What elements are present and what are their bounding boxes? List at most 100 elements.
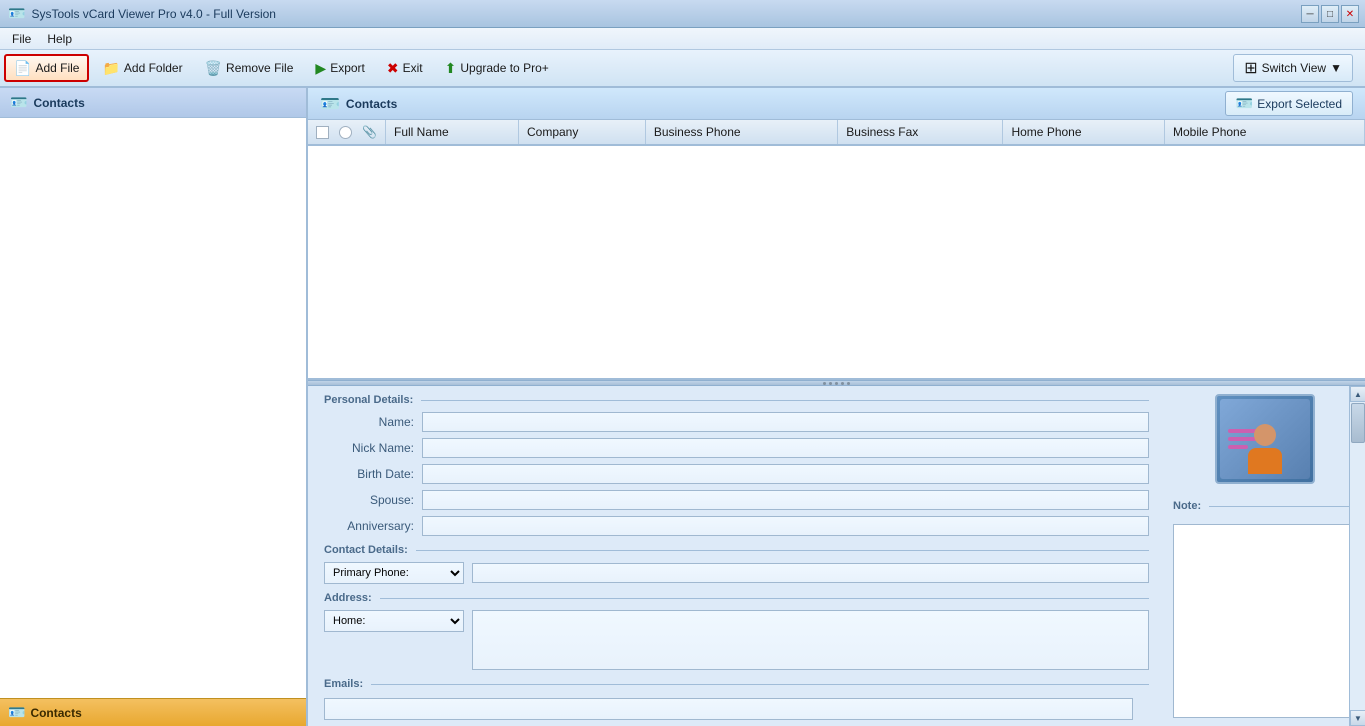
- details-right-panel: Note:: [1165, 386, 1365, 726]
- resize-dot: [829, 382, 832, 385]
- contacts-tab-label: Contacts: [30, 706, 81, 720]
- left-panel-title: Contacts: [33, 96, 84, 110]
- exit-icon: ✖: [387, 60, 399, 77]
- person-head: [1254, 424, 1276, 446]
- close-button[interactable]: ✕: [1341, 5, 1359, 23]
- col-header-business-fax: Business Fax: [838, 120, 1003, 145]
- resize-dot: [835, 382, 838, 385]
- upgrade-icon: ⬆: [445, 60, 457, 77]
- col-header-business-phone: Business Phone: [645, 120, 837, 145]
- resize-dots: [823, 382, 850, 385]
- add-file-button[interactable]: 📄 Add File: [4, 54, 89, 82]
- scroll-down-button[interactable]: ▼: [1350, 710, 1365, 726]
- contacts-table: 📎 Full Name Company Business Phone Busin…: [308, 120, 1365, 146]
- upgrade-button[interactable]: ⬆ Upgrade to Pro+: [436, 54, 558, 82]
- details-scrollbar[interactable]: ▲ ▼: [1349, 386, 1365, 726]
- minimize-button[interactable]: ─: [1301, 5, 1319, 23]
- export-button[interactable]: ▶ Export: [306, 54, 373, 82]
- export-selected-button[interactable]: 🪪 Export Selected: [1225, 91, 1353, 116]
- name-input[interactable]: [422, 412, 1149, 432]
- scroll-track: [1350, 402, 1365, 710]
- address-row: Home: Work: Other:: [324, 610, 1149, 670]
- spouse-label: Spouse:: [324, 493, 414, 507]
- select-all-checkbox[interactable]: [316, 126, 329, 139]
- spouse-input[interactable]: [422, 490, 1149, 510]
- details-left-panel: Personal Details: Name: Nick Name: Birth…: [308, 386, 1165, 726]
- exit-label: Exit: [403, 61, 423, 75]
- nickname-field-row: Nick Name:: [324, 438, 1149, 458]
- anniversary-field-row: Anniversary:: [324, 516, 1149, 536]
- upgrade-label: Upgrade to Pro+: [460, 61, 548, 75]
- contact-avatar: [1215, 394, 1315, 484]
- person-body: [1248, 448, 1282, 474]
- switch-view-label: Switch View: [1262, 61, 1326, 75]
- phone-type-select[interactable]: Primary Phone: Home Phone: Work Phone: M…: [324, 562, 464, 584]
- menu-help[interactable]: Help: [39, 30, 80, 48]
- contacts-tab-icon: 🪪: [8, 704, 25, 721]
- toolbar: 📄 Add File 📁 Add Folder 🗑️ Remove File ▶…: [0, 50, 1365, 88]
- details-area: Personal Details: Name: Nick Name: Birth…: [308, 386, 1365, 726]
- avatar-line-3: [1228, 445, 1248, 449]
- table-header-row: 📎 Full Name Company Business Phone Busin…: [308, 120, 1365, 145]
- add-folder-label: Add Folder: [124, 61, 183, 75]
- attachment-icon: 📎: [362, 125, 377, 139]
- contacts-panel-title: Contacts: [346, 97, 397, 111]
- add-folder-button[interactable]: 📁 Add Folder: [93, 54, 191, 82]
- anniversary-input[interactable]: [422, 516, 1149, 536]
- remove-file-icon: 🗑️: [205, 60, 222, 77]
- menu-file[interactable]: File: [4, 30, 39, 48]
- menu-bar: File Help: [0, 28, 1365, 50]
- main-layout: 🪪 Contacts 🪪 Contacts 🪪 Contacts 🪪 Expor…: [0, 88, 1365, 726]
- add-file-label: Add File: [35, 61, 79, 75]
- nickname-input[interactable]: [422, 438, 1149, 458]
- contacts-table-area: 📎 Full Name Company Business Phone Busin…: [308, 120, 1365, 380]
- birthdate-field-row: Birth Date:: [324, 464, 1149, 484]
- right-panel: 🪪 Contacts 🪪 Export Selected: [308, 88, 1365, 726]
- phone-input[interactable]: [472, 563, 1149, 583]
- app-title: SysTools vCard Viewer Pro v4.0 - Full Ve…: [31, 7, 1357, 21]
- switch-view-button[interactable]: ⊞ Switch View ▼: [1233, 54, 1353, 82]
- contacts-header-icon: 🪪: [10, 94, 27, 111]
- export-label: Export: [330, 61, 365, 75]
- anniversary-label: Anniversary:: [324, 519, 414, 533]
- note-section-label: Note:: [1173, 500, 1357, 512]
- left-panel: 🪪 Contacts 🪪 Contacts: [0, 88, 308, 726]
- remove-file-button[interactable]: 🗑️ Remove File: [196, 54, 303, 82]
- contacts-panel-header: 🪪 Contacts 🪪 Export Selected: [308, 88, 1365, 120]
- email-input[interactable]: [324, 698, 1133, 720]
- scroll-thumb[interactable]: [1351, 403, 1365, 443]
- personal-details-section-label: Personal Details:: [324, 394, 1149, 406]
- note-textarea[interactable]: [1173, 524, 1357, 718]
- left-panel-content: [0, 118, 306, 698]
- bottom-tab-bar: 🪪 Contacts: [0, 698, 306, 726]
- select-radio[interactable]: [339, 126, 352, 139]
- remove-file-label: Remove File: [226, 61, 293, 75]
- address-type-select[interactable]: Home: Work: Other:: [324, 610, 464, 632]
- col-header-company: Company: [518, 120, 645, 145]
- contacts-panel-title-group: 🪪 Contacts: [320, 94, 397, 114]
- name-label: Name:: [324, 415, 414, 429]
- export-selected-label: Export Selected: [1257, 97, 1342, 111]
- address-section-label: Address:: [324, 592, 1149, 604]
- contacts-tab[interactable]: 🪪 Contacts: [8, 704, 82, 721]
- window-controls: ─ □ ✕: [1301, 5, 1359, 23]
- name-field-row: Name:: [324, 412, 1149, 432]
- contacts-panel-icon: 🪪: [320, 94, 340, 114]
- avatar-person: [1248, 424, 1282, 474]
- add-file-icon: 📄: [14, 60, 31, 77]
- left-panel-header: 🪪 Contacts: [0, 88, 306, 118]
- export-icon: ▶: [315, 60, 326, 77]
- resize-dot: [847, 382, 850, 385]
- add-folder-icon: 📁: [102, 60, 119, 77]
- col-header-home-phone: Home Phone: [1003, 120, 1165, 145]
- maximize-button[interactable]: □: [1321, 5, 1339, 23]
- birthdate-label: Birth Date:: [324, 467, 414, 481]
- switch-view-icon: ⊞: [1244, 58, 1257, 78]
- birthdate-input[interactable]: [422, 464, 1149, 484]
- exit-button[interactable]: ✖ Exit: [378, 54, 432, 82]
- emails-section-label: Emails:: [324, 678, 1149, 690]
- spouse-field-row: Spouse:: [324, 490, 1149, 510]
- scroll-up-button[interactable]: ▲: [1350, 386, 1365, 402]
- switch-view-chevron: ▼: [1330, 61, 1342, 75]
- address-textarea[interactable]: [472, 610, 1149, 670]
